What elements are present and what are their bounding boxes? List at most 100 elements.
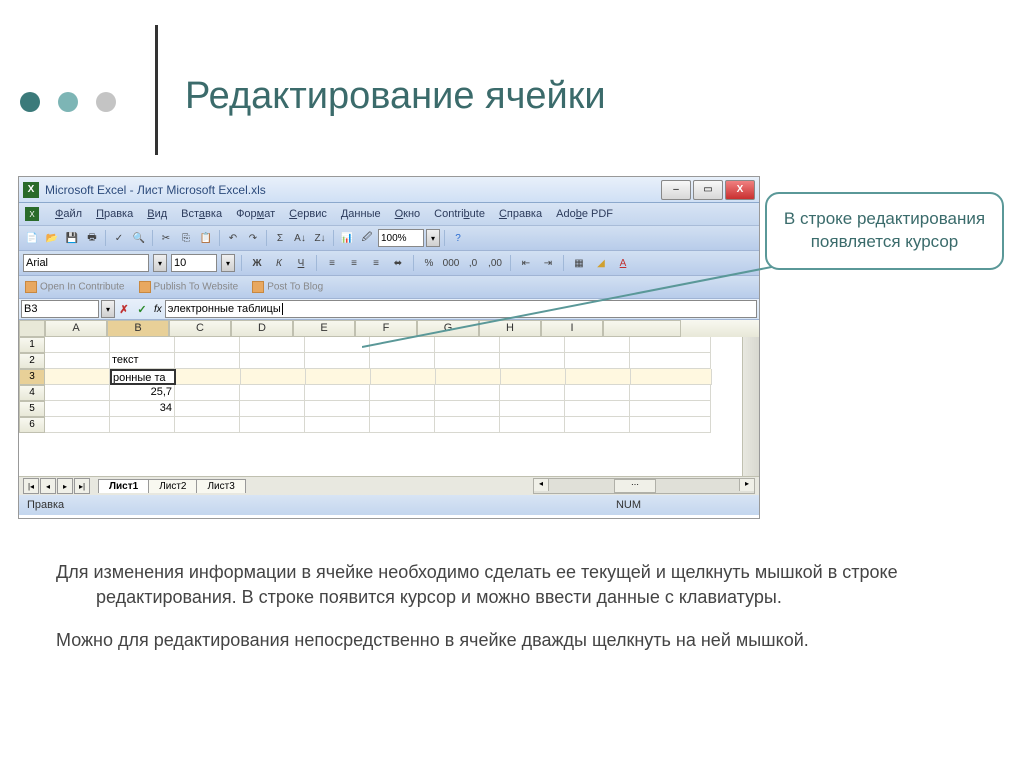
formatting-toolbar: Arial ▾ 10 ▾ Ж К Ч ≡ ≡ ≡ ⬌ % 000 ,0 ,00 …: [19, 251, 759, 276]
contribute-open[interactable]: Open In Contribute: [25, 281, 125, 293]
vertical-scrollbar[interactable]: [742, 337, 759, 476]
new-icon[interactable]: 📄: [23, 229, 41, 247]
align-center-icon[interactable]: ≡: [345, 254, 363, 272]
help-icon[interactable]: ?: [449, 229, 467, 247]
sheet-tabs: |◂ ◂ ▸ ▸| Лист1 Лист2 Лист3 ◂ ⋯ ▸: [19, 476, 759, 495]
name-dropdown-icon[interactable]: ▾: [101, 300, 115, 318]
fill-color-icon[interactable]: ◢: [592, 254, 610, 272]
decimal-inc-icon[interactable]: ,0: [464, 254, 482, 272]
col-header[interactable]: D: [231, 320, 293, 337]
decimal-dec-icon[interactable]: ,00: [486, 254, 504, 272]
col-header[interactable]: F: [355, 320, 417, 337]
row-header[interactable]: 5: [19, 401, 45, 417]
title-divider: [155, 25, 158, 155]
menu-window[interactable]: Окно: [395, 208, 421, 220]
cancel-icon[interactable]: ✗: [116, 301, 132, 317]
bold-icon[interactable]: Ж: [248, 254, 266, 272]
italic-icon[interactable]: К: [270, 254, 288, 272]
sheet-tab-3[interactable]: Лист3: [196, 479, 245, 493]
sheet-tab-1[interactable]: Лист1: [98, 479, 149, 493]
col-header[interactable]: [603, 320, 681, 337]
border-icon[interactable]: ▦: [570, 254, 588, 272]
cell-b5[interactable]: 34: [110, 401, 175, 417]
col-header[interactable]: E: [293, 320, 355, 337]
tab-next-icon[interactable]: ▸: [57, 478, 73, 494]
font-size-input[interactable]: 10: [171, 254, 217, 272]
indent-dec-icon[interactable]: ⇤: [517, 254, 535, 272]
save-icon[interactable]: 💾: [63, 229, 81, 247]
spell-icon[interactable]: ✓: [110, 229, 128, 247]
redo-icon[interactable]: ↷: [244, 229, 262, 247]
font-input[interactable]: Arial: [23, 254, 149, 272]
body-text: Для изменения информации в ячейке необхо…: [56, 560, 974, 670]
research-icon[interactable]: 🔍: [130, 229, 148, 247]
title-bar[interactable]: X Microsoft Excel - Лист Microsoft Excel…: [19, 177, 759, 203]
close-button[interactable]: X: [725, 180, 755, 200]
tab-last-icon[interactable]: ▸|: [74, 478, 90, 494]
col-header[interactable]: B: [107, 320, 169, 337]
maximize-button[interactable]: ▭: [693, 180, 723, 200]
sort-desc-icon[interactable]: Z↓: [311, 229, 329, 247]
formula-input[interactable]: электронные таблицы: [165, 300, 757, 318]
name-box[interactable]: B3: [21, 300, 99, 318]
col-header[interactable]: H: [479, 320, 541, 337]
excel-doc-icon[interactable]: X: [25, 207, 39, 221]
menu-adobe[interactable]: Adobe PDF: [556, 208, 613, 220]
font-color-icon[interactable]: A: [614, 254, 632, 272]
horizontal-scrollbar[interactable]: ◂ ⋯ ▸: [533, 478, 755, 494]
col-header[interactable]: C: [169, 320, 231, 337]
merge-icon[interactable]: ⬌: [389, 254, 407, 272]
enter-icon[interactable]: ✓: [134, 301, 150, 317]
sort-asc-icon[interactable]: A↓: [291, 229, 309, 247]
col-header[interactable]: A: [45, 320, 107, 337]
align-left-icon[interactable]: ≡: [323, 254, 341, 272]
spreadsheet-grid[interactable]: A B C D E F G H I 1 2 текст 3 ронные та 4 2…: [19, 320, 759, 476]
currency-icon[interactable]: %: [420, 254, 438, 272]
menu-contribute[interactable]: Contribute: [434, 208, 485, 220]
row-header[interactable]: 4: [19, 385, 45, 401]
minimize-button[interactable]: –: [661, 180, 691, 200]
row-header[interactable]: 1: [19, 337, 45, 353]
chart-icon[interactable]: 📊: [338, 229, 356, 247]
menu-format[interactable]: Формат: [236, 208, 275, 220]
menu-help[interactable]: Справка: [499, 208, 542, 220]
paste-icon[interactable]: 📋: [197, 229, 215, 247]
zoom-input[interactable]: 100%: [378, 229, 424, 247]
menu-data[interactable]: Данные: [341, 208, 381, 220]
indent-inc-icon[interactable]: ⇥: [539, 254, 557, 272]
open-icon[interactable]: 📂: [43, 229, 61, 247]
col-header[interactable]: I: [541, 320, 603, 337]
menu-file[interactable]: Файл: [55, 208, 82, 220]
sheet-tab-2[interactable]: Лист2: [148, 479, 197, 493]
tab-prev-icon[interactable]: ◂: [40, 478, 56, 494]
menu-view[interactable]: Вид: [147, 208, 167, 220]
cell-b4[interactable]: 25,7: [110, 385, 175, 401]
font-dropdown-icon[interactable]: ▾: [153, 254, 167, 272]
menu-insert[interactable]: Вставка: [181, 208, 222, 220]
menu-edit[interactable]: Правка: [96, 208, 133, 220]
menu-tools[interactable]: Сервис: [289, 208, 327, 220]
copy-icon[interactable]: ⎘: [177, 229, 195, 247]
size-dropdown-icon[interactable]: ▾: [221, 254, 235, 272]
col-header[interactable]: G: [417, 320, 479, 337]
underline-icon[interactable]: Ч: [292, 254, 310, 272]
row-header[interactable]: 2: [19, 353, 45, 369]
fx-icon[interactable]: fx: [154, 304, 162, 315]
zoom-dropdown-icon[interactable]: ▾: [426, 229, 440, 247]
contribute-blog[interactable]: Post To Blog: [252, 281, 323, 293]
drawing-icon[interactable]: 🖉: [358, 229, 376, 247]
cell-b2[interactable]: текст: [110, 353, 175, 369]
undo-icon[interactable]: ↶: [224, 229, 242, 247]
select-all-corner[interactable]: [19, 320, 45, 337]
cut-icon[interactable]: ✂: [157, 229, 175, 247]
contribute-publish[interactable]: Publish To Website: [139, 281, 239, 293]
sum-icon[interactable]: Σ: [271, 229, 289, 247]
tab-first-icon[interactable]: |◂: [23, 478, 39, 494]
print-icon[interactable]: 🖶: [83, 229, 101, 247]
align-right-icon[interactable]: ≡: [367, 254, 385, 272]
comma-icon[interactable]: 000: [442, 254, 460, 272]
row-header[interactable]: 3: [19, 369, 45, 385]
cell-b3-editing[interactable]: ронные та: [110, 369, 176, 385]
callout-text: В строке редактирования появляется курсо…: [784, 209, 985, 251]
row-header[interactable]: 6: [19, 417, 45, 433]
